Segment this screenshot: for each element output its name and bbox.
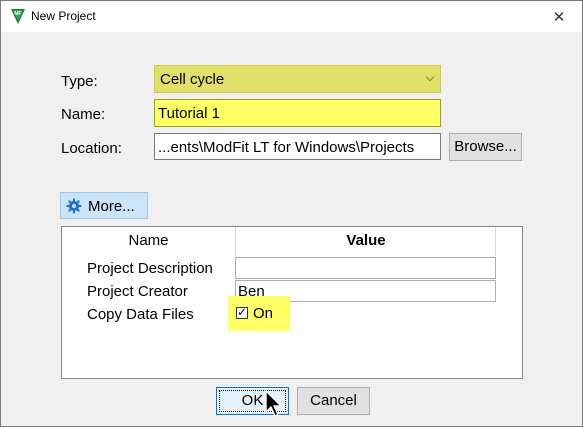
svg-text:MF: MF	[14, 11, 21, 17]
more-button-label: More...	[88, 198, 135, 215]
app-icon: MF	[11, 9, 25, 24]
type-value: Cell cycle	[160, 71, 225, 88]
type-label: Type:	[61, 73, 98, 90]
chevron-down-icon: ⌵	[425, 70, 435, 84]
gear-icon	[66, 198, 82, 214]
close-icon: ✕	[552, 8, 566, 26]
name-value: Tutorial 1	[158, 105, 220, 122]
type-dropdown[interactable]: Cell cycle ⌵	[154, 65, 441, 93]
browse-button[interactable]: Browse...	[449, 133, 522, 161]
row-label-project-creator: Project Creator	[87, 283, 188, 300]
new-project-dialog: MF New Project ✕ Type: Cell cycle ⌵ Name…	[0, 0, 583, 427]
location-input[interactable]: ...ents\ModFit LT for Windows\Projects	[154, 133, 441, 160]
dialog-body: Type: Cell cycle ⌵ Name: Tutorial 1 Loca…	[1, 32, 582, 426]
row-label-copy-data-files: Copy Data Files	[87, 306, 194, 323]
title-bar[interactable]: MF New Project ✕	[1, 1, 582, 32]
name-input[interactable]: Tutorial 1	[154, 99, 441, 127]
mouse-pointer-icon	[265, 390, 282, 417]
more-button[interactable]: More...	[60, 192, 148, 219]
copy-data-files-value: On	[253, 305, 274, 322]
close-button[interactable]: ✕	[536, 1, 582, 32]
location-label: Location:	[61, 140, 122, 157]
row-label-project-description: Project Description	[87, 260, 213, 277]
header-divider	[495, 227, 496, 256]
location-value: ...ents\ModFit LT for Windows\Projects	[158, 139, 415, 156]
header-name: Name	[128, 232, 169, 249]
copy-data-files-checkbox[interactable]: ✓ On	[228, 296, 290, 331]
window-title: New Project	[31, 9, 96, 23]
cancel-button[interactable]: Cancel	[297, 387, 370, 415]
project-description-input[interactable]	[235, 257, 496, 279]
name-label: Name:	[61, 106, 106, 123]
checkmark-icon: ✓	[237, 305, 248, 319]
checkbox-icon: ✓	[236, 305, 248, 319]
properties-grid: Name Value Project Description Project C…	[61, 226, 523, 379]
header-value: Value	[346, 232, 386, 249]
